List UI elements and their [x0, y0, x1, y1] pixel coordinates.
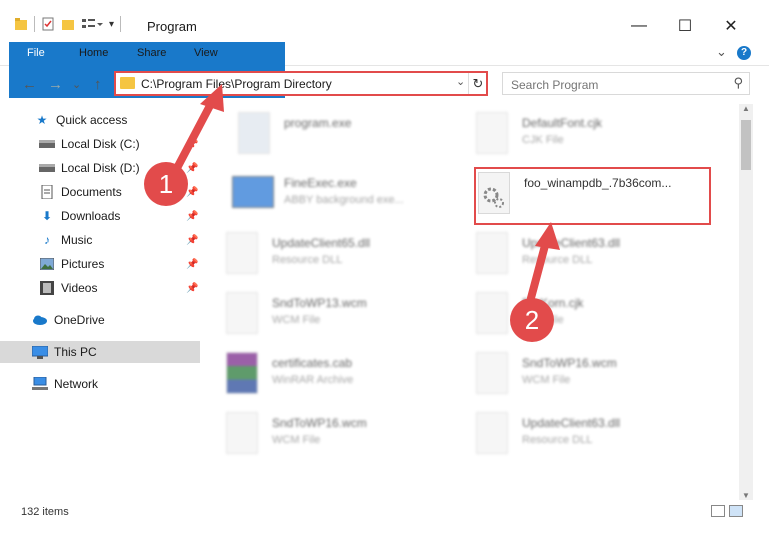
arrow-1 [172, 94, 218, 174]
step-2-badge: 2 [510, 298, 554, 342]
annotation-arrows [172, 84, 560, 302]
step-1-badge: 1 [144, 162, 188, 206]
arrowhead-2 [535, 222, 560, 250]
arrowhead-1 [200, 84, 224, 112]
explorer-window: ▾ Program — ☐ ✕ File Home Share View ⌄ ?… [0, 0, 769, 536]
